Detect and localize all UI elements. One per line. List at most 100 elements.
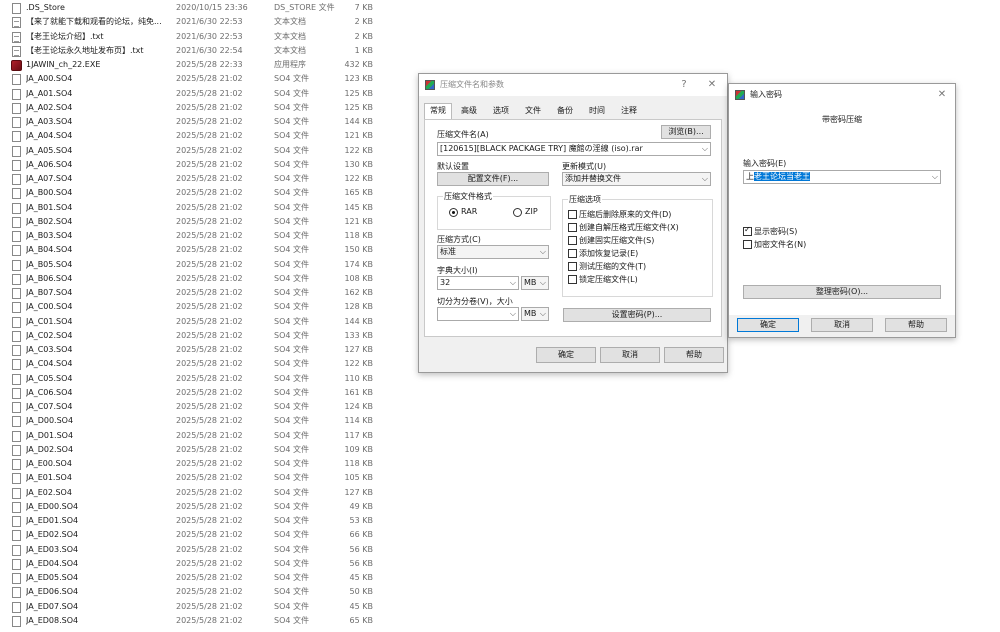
file-name: JA_A04.SO4 <box>26 131 73 141</box>
file-row[interactable]: JA_C01.SO4 2025/5/28 21:02 SO4 文件 144 KB <box>0 315 410 329</box>
file-row[interactable]: JA_A00.SO4 2025/5/28 21:02 SO4 文件 123 KB <box>0 72 410 86</box>
file-row[interactable]: JA_C06.SO4 2025/5/28 21:02 SO4 文件 161 KB <box>0 386 410 400</box>
tab-options[interactable]: 选项 <box>488 104 514 118</box>
browse-button[interactable]: 浏览(B)... <box>661 125 711 139</box>
file-row[interactable]: 【老王论坛介绍】.txt 2021/6/30 22:53 文本文档 2 KB <box>0 30 410 44</box>
format-rar-radio[interactable] <box>449 208 458 217</box>
file-row[interactable]: JA_ED05.SO4 2025/5/28 21:02 SO4 文件 45 KB <box>0 571 410 585</box>
password-input[interactable]: 上老王论坛当老王 ⌵ <box>743 170 941 184</box>
file-row[interactable]: JA_B01.SO4 2025/5/28 21:02 SO4 文件 145 KB <box>0 201 410 215</box>
file-row[interactable]: JA_A02.SO4 2025/5/28 21:02 SO4 文件 125 KB <box>0 101 410 115</box>
file-size: 114 KB <box>344 416 373 426</box>
file-row[interactable]: JA_A06.SO4 2025/5/28 21:02 SO4 文件 130 KB <box>0 158 410 172</box>
file-row[interactable]: JA_C07.SO4 2025/5/28 21:02 SO4 文件 124 KB <box>0 400 410 414</box>
file-row[interactable]: JA_ED04.SO4 2025/5/28 21:02 SO4 文件 56 KB <box>0 557 410 571</box>
file-icon <box>12 573 21 584</box>
file-row[interactable]: JA_ED07.SO4 2025/5/28 21:02 SO4 文件 45 KB <box>0 600 410 614</box>
file-row[interactable]: JA_C04.SO4 2025/5/28 21:02 SO4 文件 122 KB <box>0 357 410 371</box>
file-date: 2025/5/28 21:02 <box>176 245 243 255</box>
file-row[interactable]: JA_B03.SO4 2025/5/28 21:02 SO4 文件 118 KB <box>0 229 410 243</box>
file-row[interactable]: JA_A01.SO4 2025/5/28 21:02 SO4 文件 125 KB <box>0 87 410 101</box>
file-row[interactable]: JA_ED02.SO4 2025/5/28 21:02 SO4 文件 66 KB <box>0 528 410 542</box>
ok-button[interactable]: 确定 <box>536 347 596 363</box>
split-size-select[interactable]: ⌵ <box>437 307 519 321</box>
tab-general[interactable]: 常规 <box>424 103 452 120</box>
file-row[interactable]: JA_ED00.SO4 2025/5/28 21:02 SO4 文件 49 KB <box>0 500 410 514</box>
file-row[interactable]: 1JAWIN_ch_22.EXE 2025/5/28 22:33 应用程序 432 K… <box>0 58 410 72</box>
profiles-button[interactable]: 配置文件(F)... <box>437 172 549 186</box>
archive-name-field[interactable]: [120615][BLACK PACKAGE TRY] 魔館の淫線 (iso).… <box>437 142 711 156</box>
option-label: 创建固实压缩文件(S) <box>579 236 655 245</box>
help-button[interactable]: 帮助 <box>664 347 724 363</box>
password-help-button[interactable]: 帮助 <box>885 318 947 332</box>
file-row[interactable]: JA_E02.SO4 2025/5/28 21:02 SO4 文件 127 KB <box>0 486 410 500</box>
password-cancel-button[interactable]: 取消 <box>811 318 873 332</box>
help-icon[interactable]: ? <box>675 77 693 93</box>
file-name: JA_C04.SO4 <box>26 359 73 369</box>
option-label: 创建自解压格式压缩文件(X) <box>579 223 679 232</box>
password-dialog-titlebar[interactable]: 输入密码 ✕ <box>729 84 955 106</box>
option-checkbox[interactable] <box>568 210 577 219</box>
option-checkbox[interactable] <box>568 262 577 271</box>
archive-dialog-titlebar[interactable]: 压缩文件名和参数 ? ✕ <box>419 74 727 96</box>
file-row[interactable]: JA_B02.SO4 2025/5/28 21:02 SO4 文件 121 KB <box>0 215 410 229</box>
file-row[interactable]: JA_ED01.SO4 2025/5/28 21:02 SO4 文件 53 KB <box>0 514 410 528</box>
file-row[interactable]: JA_C03.SO4 2025/5/28 21:02 SO4 文件 127 KB <box>0 343 410 357</box>
option-checkbox[interactable] <box>568 275 577 284</box>
file-row[interactable]: JA_B00.SO4 2025/5/28 21:02 SO4 文件 165 KB <box>0 186 410 200</box>
tab-files[interactable]: 文件 <box>520 104 546 118</box>
file-date: 2025/5/28 21:02 <box>176 587 243 597</box>
file-row[interactable]: JA_E01.SO4 2025/5/28 21:02 SO4 文件 105 KB <box>0 471 410 485</box>
method-label: 压缩方式(C) <box>437 235 481 244</box>
set-password-button[interactable]: 设置密码(P)... <box>563 308 711 322</box>
tab-advanced[interactable]: 高级 <box>456 104 482 118</box>
file-row[interactable]: JA_A05.SO4 2025/5/28 21:02 SO4 文件 122 KB <box>0 144 410 158</box>
method-select[interactable]: 标准 ⌵ <box>437 245 549 259</box>
archive-name-label: 压缩文件名(A) <box>437 130 489 139</box>
file-row[interactable]: JA_E00.SO4 2025/5/28 21:02 SO4 文件 118 KB <box>0 457 410 471</box>
dict-size-select[interactable]: 32 ⌵ <box>437 276 519 290</box>
option-checkbox[interactable] <box>568 223 577 232</box>
organize-passwords-button[interactable]: 整理密码(O)... <box>743 285 941 299</box>
close-icon[interactable]: ✕ <box>933 87 951 103</box>
file-row[interactable]: .DS_Store 2020/10/15 23:36 DS_STORE 文件 7 KB <box>0 1 410 15</box>
split-unit-select[interactable]: MB ⌵ <box>521 307 549 321</box>
option-checkbox[interactable] <box>568 249 577 258</box>
file-row[interactable]: JA_D01.SO4 2025/5/28 21:02 SO4 文件 117 KB <box>0 429 410 443</box>
archive-dialog: 压缩文件名和参数 ? ✕ 常规 高级 选项 文件 备份 时间 注释 压缩文件名(… <box>418 73 728 373</box>
file-icon <box>12 402 21 413</box>
show-password-checkbox[interactable] <box>743 225 752 236</box>
file-row[interactable]: JA_C02.SO4 2025/5/28 21:02 SO4 文件 133 KB <box>0 329 410 343</box>
cancel-button[interactable]: 取消 <box>600 347 660 363</box>
update-mode-select[interactable]: 添加并替换文件 ⌵ <box>562 172 711 186</box>
file-row[interactable]: 【老王论坛永久地址发布页】.txt 2021/6/30 22:54 文本文档 1 KB <box>0 44 410 58</box>
encrypt-names-checkbox[interactable] <box>743 240 752 249</box>
file-row[interactable]: JA_B06.SO4 2025/5/28 21:02 SO4 文件 108 KB <box>0 272 410 286</box>
file-row[interactable]: JA_A07.SO4 2025/5/28 21:02 SO4 文件 122 KB <box>0 172 410 186</box>
file-row[interactable]: JA_D00.SO4 2025/5/28 21:02 SO4 文件 114 KB <box>0 414 410 428</box>
tab-time[interactable]: 时间 <box>584 104 610 118</box>
file-icon <box>12 174 21 185</box>
tab-comment[interactable]: 注释 <box>616 104 642 118</box>
format-zip-radio[interactable] <box>513 208 522 217</box>
file-row[interactable]: JA_A03.SO4 2025/5/28 21:02 SO4 文件 144 KB <box>0 115 410 129</box>
file-name: JA_C07.SO4 <box>26 402 73 411</box>
file-row[interactable]: JA_A04.SO4 2025/5/28 21:02 SO4 文件 121 KB <box>0 129 410 143</box>
file-row[interactable]: JA_B04.SO4 2025/5/28 21:02 SO4 文件 150 KB <box>0 243 410 257</box>
file-row[interactable]: JA_ED08.SO4 2025/5/28 21:02 SO4 文件 65 KB <box>0 614 410 628</box>
file-row[interactable]: JA_D02.SO4 2025/5/28 21:02 SO4 文件 109 KB <box>0 443 410 457</box>
file-name: JA_D01.SO4 <box>26 430 74 440</box>
file-row[interactable]: JA_ED06.SO4 2025/5/28 21:02 SO4 文件 50 KB <box>0 585 410 599</box>
tab-backup[interactable]: 备份 <box>552 104 578 118</box>
file-row[interactable]: JA_C05.SO4 2025/5/28 21:02 SO4 文件 110 KB <box>0 372 410 386</box>
file-name: 【老王论坛永久地址发布页】.txt <box>26 45 144 55</box>
file-row[interactable]: JA_B07.SO4 2025/5/28 21:02 SO4 文件 162 KB <box>0 286 410 300</box>
file-row[interactable]: 【来了就能下载和观看的论坛，纯免... 2021/6/30 22:53 文本文档 2 … <box>0 15 410 29</box>
file-row[interactable]: JA_C00.SO4 2025/5/28 21:02 SO4 文件 128 KB <box>0 300 410 314</box>
password-ok-button[interactable]: 确定 <box>737 318 799 332</box>
dict-unit-select[interactable]: MB ⌵ <box>521 276 549 290</box>
option-checkbox[interactable] <box>568 236 577 245</box>
file-row[interactable]: JA_ED03.SO4 2025/5/28 21:02 SO4 文件 56 KB <box>0 543 410 557</box>
file-row[interactable]: JA_B05.SO4 2025/5/28 21:02 SO4 文件 174 KB <box>0 258 410 272</box>
close-icon[interactable]: ✕ <box>703 77 721 93</box>
